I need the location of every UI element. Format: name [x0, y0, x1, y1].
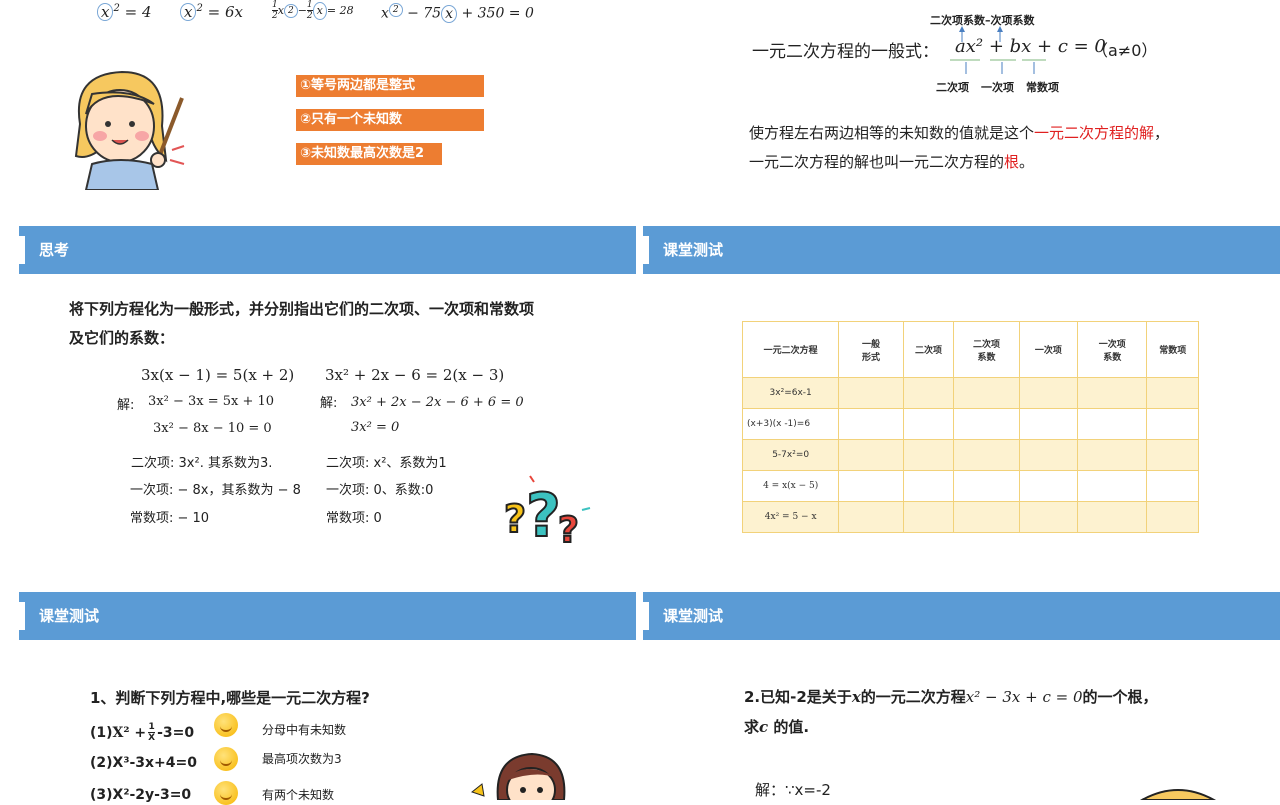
smiley-icon: [214, 747, 238, 771]
item-3-note: 有两个未知数: [262, 788, 335, 802]
item-2-equation: (2)X³-3x+4=0: [90, 755, 197, 771]
banner-test-2: 课堂测试: [19, 592, 636, 640]
table-row: 5-7x²=0: [741, 439, 1199, 471]
item-2-note: 最高项次数为3: [262, 752, 342, 766]
equation-a: 3x(x − 1) = 5(x + 2): [141, 366, 295, 384]
solution-b-step2: 3x² = 0: [351, 420, 400, 435]
solution-b-step1: 3x² + 2x − 2x − 6 + 6 = 0: [351, 395, 524, 410]
table-row: 4x² = 5 − x: [741, 501, 1199, 533]
term-linear: 一次项: [981, 81, 1014, 94]
term-quadratic: 二次项: [936, 81, 969, 94]
girl-illustration: [470, 752, 566, 800]
general-form-label: 一元二次方程的一般式：: [752, 42, 939, 62]
root-definition: 一元二次方程的解也叫一元二次方程的根。: [749, 153, 1035, 171]
item-1-equation: (1) X² + 1X -3=0: [90, 722, 195, 743]
constant-term-a: 常数项: − 10: [130, 511, 210, 526]
root-solution: 解：∵x=-2: [755, 781, 831, 799]
table-row: 4 = x(x − 5): [741, 470, 1199, 502]
think-prompt-line2: 及它们的系数：: [69, 329, 175, 347]
term-constant: 常数项: [1026, 81, 1059, 94]
circled-x: x: [97, 3, 114, 21]
table-header-cell: 二次项 系数: [953, 321, 1020, 378]
teacher-illustration: [74, 70, 185, 190]
item-1-note: 分母中有未知数: [262, 723, 347, 737]
banner-test-3: 课堂测试: [643, 592, 1280, 640]
table-header-cell: 一次项: [1018, 321, 1079, 378]
judge-question: 1、判断下列方程中,哪些是一元二次方程?: [90, 689, 370, 707]
linear-term-a: 一次项: − 8x，其系数为 − 8: [130, 483, 301, 498]
smiley-icon: [214, 781, 238, 805]
root-question-line2: 求c 的值.: [744, 718, 810, 736]
svg-text:?: ?: [526, 481, 561, 550]
test-table: 一元二次方程 一般 形式 二次项 二次项 系数 一次项 一次项 系数 常数项 3…: [741, 321, 1199, 533]
circled-x: x: [180, 3, 197, 21]
question-marks-icon: ? ? ?: [503, 475, 591, 550]
corner-illustration: [1139, 789, 1217, 800]
table-header-cell: 二次项: [902, 321, 955, 378]
equation-2: x2 = 6x: [180, 3, 243, 21]
quadratic-term-a: 二次项: 3x². 其系数为3.: [131, 456, 273, 471]
svg-text:?: ?: [504, 497, 526, 541]
item-3-equation: (3)X²-2y-3=0: [90, 787, 192, 803]
table-header-cell: 一次项 系数: [1077, 321, 1148, 378]
table-header-cell: 一般 形式: [838, 321, 904, 378]
general-form-condition: （a≠0）: [1092, 41, 1158, 60]
general-form-equation: ax² + bx + c = 0: [955, 36, 1106, 57]
equation-b: 3x² + 2x − 6 = 2(x − 3): [325, 366, 505, 384]
think-prompt-line1: 将下列方程化为一般形式，并分别指出它们的二次项、一次项和常数项: [69, 300, 535, 318]
table-header-cell: 一元二次方程: [741, 321, 840, 378]
table-header-row: 一元二次方程 一般 形式 二次项 二次项 系数 一次项 一次项 系数 常数项: [741, 321, 1199, 378]
linear-term-b: 一次项: 0、系数:0: [326, 483, 434, 498]
solution-a-step1: 3x² − 3x = 5x + 10: [148, 394, 275, 409]
solution-b-label: 解:: [320, 396, 338, 411]
banner-test-1: 课堂测试: [643, 226, 1280, 274]
solution-a-label: 解:: [117, 398, 135, 413]
svg-text:?: ?: [558, 510, 579, 550]
root-question-line1: 2.已知-2是关于x的一元二次方程x² − 3x + c = 0的一个根，: [744, 688, 1158, 706]
banner-think: 思考: [19, 226, 636, 274]
condition-tag-2: ②只有一个未知数: [296, 109, 484, 131]
condition-tag-3: ③未知数最高次数是2: [296, 143, 442, 165]
solution-definition: 使方程左右两边相等的未知数的值就是这个一元二次方程的解，: [749, 124, 1170, 142]
equation-3: 12 x2 − 12 x = 28: [272, 0, 354, 21]
table-row: (x+3)(x -1)=6: [741, 408, 1199, 440]
table-row: 3x²=6x-1: [741, 377, 1199, 409]
quadratic-term-b: 二次项: x²、系数为1: [326, 456, 447, 471]
smiley-icon: [214, 713, 238, 737]
condition-tag-1: ①等号两边都是整式: [296, 75, 484, 97]
solution-a-step2: 3x² − 8x − 10 = 0: [153, 421, 272, 436]
table-header-cell: 常数项: [1146, 321, 1199, 378]
equation-1: x2 = 4: [97, 3, 152, 21]
constant-term-b: 常数项: 0: [326, 511, 382, 526]
equation-4: x2 − 75 x + 350 = 0: [381, 3, 534, 23]
